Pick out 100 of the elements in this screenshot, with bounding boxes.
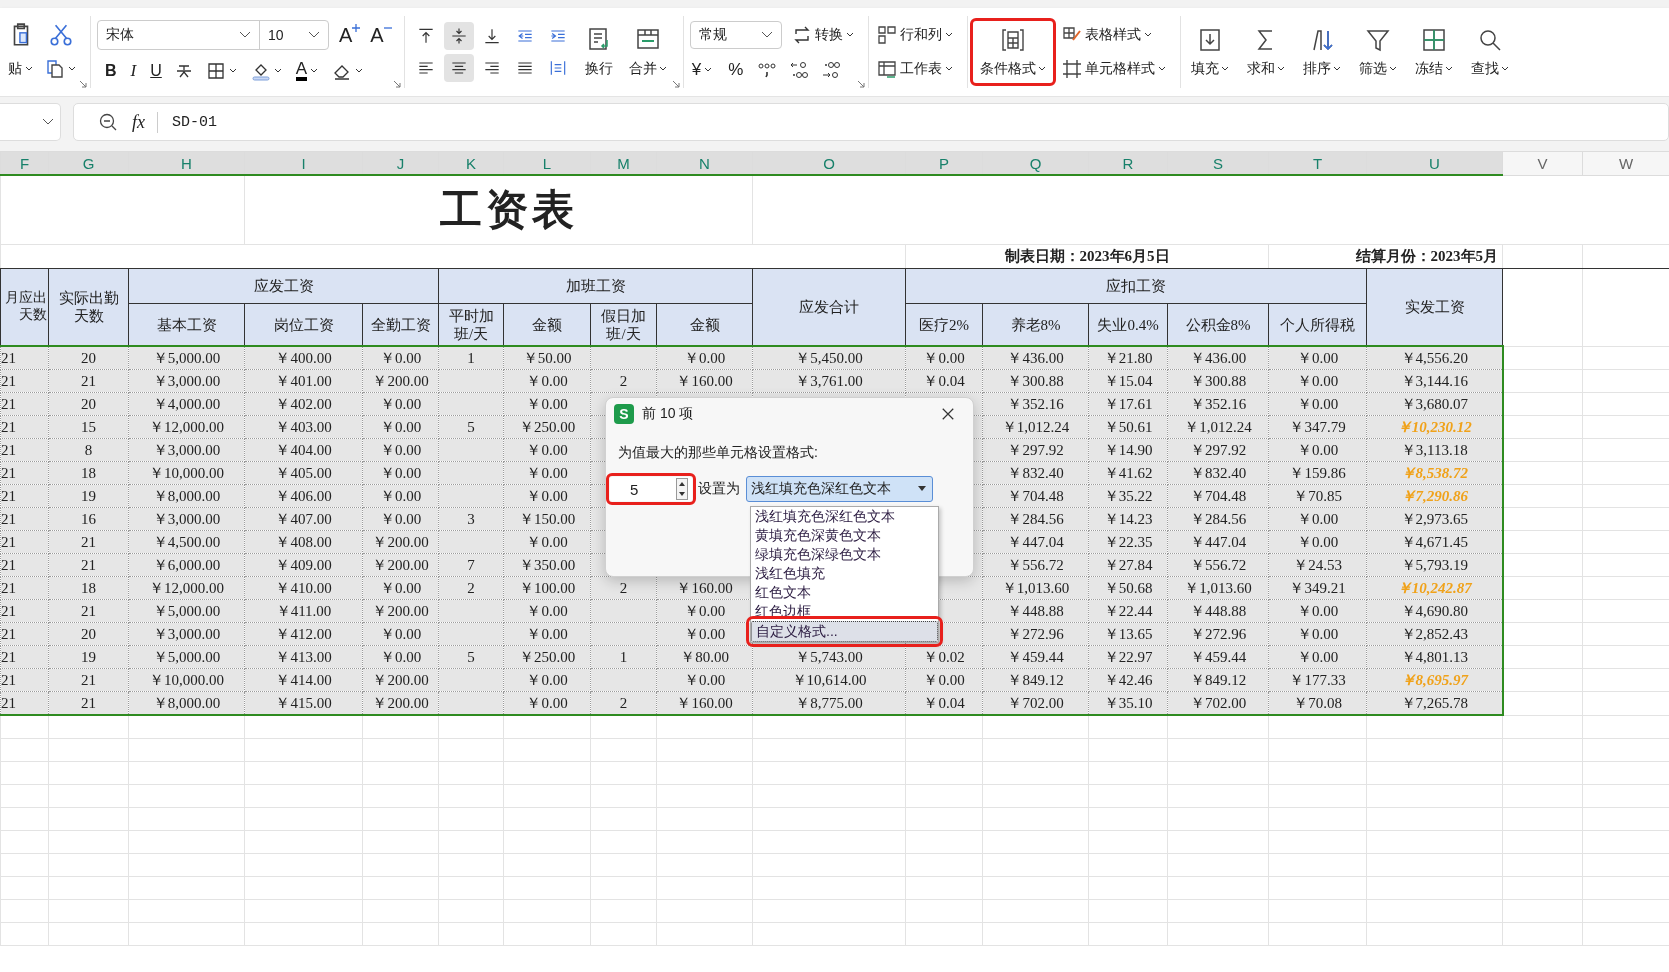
function-button[interactable]: fx <box>132 111 158 133</box>
wrap-text-button[interactable]: 换行 <box>580 22 617 82</box>
table-cell: ￥250.00 <box>503 645 591 669</box>
dialog-launcher-icon[interactable] <box>79 80 87 88</box>
close-icon[interactable] <box>941 407 955 421</box>
column-header[interactable]: R <box>1088 151 1168 175</box>
shrink-font-button[interactable]: A <box>368 22 392 48</box>
column-header[interactable]: M <box>590 151 657 175</box>
table-cell: ￥0.00 <box>1268 645 1367 669</box>
decrease-decimal-icon[interactable] <box>821 60 842 80</box>
column-header[interactable]: K <box>438 151 504 175</box>
caret-icon <box>944 31 953 39</box>
column-header[interactable]: P <box>905 151 983 175</box>
dialog-launcher-icon[interactable] <box>392 80 401 88</box>
table-cell: ￥0.00 <box>503 691 591 715</box>
caret-icon <box>310 67 319 75</box>
sort-button[interactable]: 排序 <box>1298 22 1345 82</box>
dialog-prompt: 为值最大的那些单元格设置格式: <box>617 443 819 462</box>
tray-arrow-button[interactable]: 填充 <box>1186 22 1233 82</box>
italic-button[interactable]: I <box>128 58 139 84</box>
column-header[interactable]: L <box>503 151 591 175</box>
align-middle-button[interactable] <box>443 22 474 50</box>
column-header[interactable]: F <box>0 151 49 175</box>
table-cell: ￥160.00 <box>656 369 753 393</box>
convert-button[interactable]: 转换 <box>789 22 856 48</box>
column-header[interactable]: H <box>128 151 245 175</box>
percent-button[interactable]: % <box>726 57 746 83</box>
dialog-launcher-icon[interactable] <box>671 80 680 88</box>
copy-icon <box>45 59 65 79</box>
column-header[interactable]: J <box>362 151 439 175</box>
table-cell: ￥0.00 <box>362 415 439 439</box>
conditional-format-button[interactable]: 条件格式 <box>973 22 1052 82</box>
number-format-select[interactable]: 常规 <box>689 21 782 49</box>
table-cell: ￥0.00 <box>656 668 753 692</box>
cell-style-button[interactable]: 单元格样式 <box>1059 56 1168 82</box>
table-cell: 21 <box>0 645 49 669</box>
table-cell: ￥832.40 <box>982 461 1089 485</box>
zoom-icon[interactable] <box>98 112 118 132</box>
table-cell: ￥70.85 <box>1268 484 1367 508</box>
table-style-button[interactable]: 表格样式 <box>1059 22 1168 48</box>
table-cell: ￥459.44 <box>1167 645 1269 669</box>
grow-font-button[interactable]: A <box>337 22 361 48</box>
table-cell: 21 <box>0 438 49 462</box>
caret-icon <box>1276 65 1285 73</box>
table-cell: ￥352.16 <box>982 392 1089 416</box>
table-cell: ￥448.88 <box>1167 599 1269 623</box>
dropdown-option[interactable]: 红色文本 <box>751 583 938 602</box>
table-cell: ￥411.00 <box>244 599 363 623</box>
scissors-icon[interactable] <box>47 22 74 48</box>
table-cell: 21 <box>0 346 49 370</box>
column-header[interactable]: N <box>656 151 753 175</box>
dropdown-option[interactable]: 绿填充色深绿色文本 <box>751 545 938 564</box>
table-cell: ￥250.00 <box>503 415 591 439</box>
table-cell: 19 <box>48 484 129 508</box>
table-cell: ￥704.48 <box>982 484 1089 508</box>
paste-button[interactable]: 贴 <box>6 56 35 82</box>
bold-button[interactable]: B <box>103 58 119 84</box>
formula-field[interactable]: fx SD-01 <box>73 103 1669 141</box>
spinner-icon[interactable] <box>676 478 688 500</box>
thousands-separator-icon[interactable] <box>757 60 778 80</box>
rows-columns-button[interactable]: 行和列 <box>874 22 955 48</box>
merge-button[interactable]: 合并 <box>624 22 671 82</box>
dropdown-option[interactable]: 浅红填充色深红色文本 <box>751 507 938 526</box>
font-color-button[interactable]: A <box>293 58 321 84</box>
table-cell: 20 <box>48 346 129 370</box>
header-cell: 加班工资 <box>438 268 753 304</box>
caret-icon <box>228 67 237 75</box>
funnel-button[interactable]: 筛选 <box>1354 22 1401 82</box>
table-cell: ￥3,113.18 <box>1366 438 1503 462</box>
grid-button[interactable]: 冻结 <box>1410 22 1457 82</box>
sigma-button[interactable]: 求和 <box>1242 22 1289 82</box>
align-center-button[interactable] <box>443 54 474 82</box>
table-cell: ￥159.86 <box>1268 461 1367 485</box>
column-header[interactable]: V <box>1502 151 1583 175</box>
table-cell: ￥5,000.00 <box>128 346 245 370</box>
column-header[interactable]: G <box>48 151 129 175</box>
increase-decimal-icon[interactable] <box>789 60 810 80</box>
worksheet-button[interactable]: 工作表 <box>874 56 955 82</box>
caret-icon <box>355 67 364 75</box>
currency-button[interactable]: ¥ <box>689 57 715 83</box>
table-cell: ￥0.04 <box>905 691 983 715</box>
dropdown-option[interactable]: 浅红色填充 <box>751 564 938 583</box>
column-header[interactable]: Q <box>982 151 1089 175</box>
table-cell: ￥412.00 <box>244 622 363 646</box>
underline-button[interactable]: U <box>148 58 164 84</box>
table-cell: ￥297.92 <box>1167 438 1269 462</box>
column-header[interactable]: U <box>1366 151 1503 175</box>
dropdown-option[interactable]: 黄填充色深黄色文本 <box>751 526 938 545</box>
search-button[interactable]: 查找 <box>1466 22 1513 82</box>
table-cell: 8 <box>48 438 129 462</box>
column-header[interactable]: S <box>1167 151 1269 175</box>
column-header[interactable]: O <box>752 151 906 175</box>
column-header[interactable]: I <box>244 151 363 175</box>
header-cell: 实发工资 <box>1366 268 1503 346</box>
dialog-launcher-icon[interactable] <box>856 80 865 88</box>
column-header[interactable]: W <box>1582 151 1669 175</box>
format-select[interactable]: 浅红填充色深红色文本 <box>746 476 933 502</box>
column-header[interactable]: T <box>1268 151 1367 175</box>
table-cell: ￥8,000.00 <box>128 484 245 508</box>
table-cell: ￥200.00 <box>362 599 439 623</box>
